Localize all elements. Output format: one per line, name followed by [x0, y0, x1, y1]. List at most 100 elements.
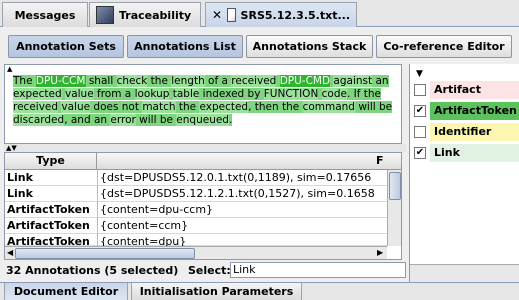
annotation-count: 32 Annotations (5 selected)	[6, 263, 179, 277]
type-label: Identifier	[430, 123, 519, 141]
cell-features: {content=dpu-ccm}	[100, 203, 214, 216]
text-span: from a	[93, 88, 135, 100]
text-span: The	[13, 75, 36, 87]
checkbox[interactable]: ✔	[414, 147, 426, 159]
annotated-token[interactable]: received	[13, 101, 59, 113]
document-tabs: Messages Traceability ✕ SRS5.12.3.5.txt.…	[0, 0, 519, 27]
type-row-artifact[interactable]: Artifact	[414, 81, 519, 99]
expand-triangle-icon[interactable]: ▼	[416, 69, 423, 79]
cell-features: {dst=DPUSDS5.12.1.2.1.txt(0,1527), sim=0…	[100, 187, 375, 200]
annotation-types-panel: ▼ Artifact ✔ ArtifactToken Identifier ✔ …	[409, 64, 519, 282]
type-label: Link	[430, 144, 519, 162]
scroll-thumb[interactable]	[15, 248, 195, 259]
annotated-token[interactable]: check	[116, 75, 148, 87]
cell-type: ArtifactToken	[7, 203, 90, 216]
split-arrows-icon[interactable]: ▲▼	[6, 144, 17, 152]
text-span: of a	[204, 75, 232, 87]
annotations-list-button[interactable]: Annotations List	[127, 35, 243, 58]
type-row-identifier[interactable]: Identifier	[414, 123, 519, 141]
type-row-link[interactable]: ✔ Link	[414, 144, 519, 162]
type-row-artifacttoken[interactable]: ✔ ArtifactToken	[414, 102, 519, 120]
text-span: .	[228, 114, 233, 126]
table-vertical-scrollbar[interactable]	[387, 170, 401, 246]
text-span: the	[147, 75, 172, 87]
tab-label: Messages	[14, 8, 76, 22]
annotated-token[interactable]: received	[231, 75, 277, 87]
document-text: The DPU-CCM shall check the length of a …	[13, 75, 399, 127]
editor-toolbar: Annotation Sets Annotations List Annotat…	[0, 28, 512, 64]
table-row[interactable]: ArtifactToken {content=dpu}	[5, 234, 387, 250]
close-icon[interactable]: ✕	[212, 8, 222, 22]
select-label: Select:	[188, 263, 231, 277]
tab-label: SRS5.12.3.5.txt...	[240, 8, 350, 22]
annotated-token[interactable]: match	[142, 101, 176, 113]
annotated-token[interactable]: discarded	[13, 114, 65, 126]
scroll-left-icon[interactable]: ◀	[7, 248, 13, 257]
table-row[interactable]: Link {dst=DPUSDS5.12.1.2.1.txt(0,1527), …	[5, 186, 387, 202]
annotated-token[interactable]: DPU-CCM	[35, 75, 86, 87]
tab-initialisation-parameters[interactable]: Initialisation Parameters	[131, 283, 302, 300]
scroll-thumb[interactable]	[389, 172, 401, 200]
checkbox[interactable]: ✔	[414, 105, 426, 117]
text-span: will be	[354, 101, 393, 113]
annotated-token[interactable]: FUNCTION	[263, 88, 319, 100]
annotated-token[interactable]: DPU-CMD	[279, 75, 331, 87]
table-row[interactable]: ArtifactToken {content=dpu-ccm}	[5, 202, 387, 218]
type-label: Artifact	[430, 81, 519, 99]
annotated-token[interactable]: enqueued	[176, 114, 229, 126]
checkbox[interactable]	[414, 84, 426, 96]
text-span: the	[175, 101, 200, 113]
bottom-tabs: Document Editor Initialisation Parameter…	[0, 282, 519, 300]
table-row[interactable]: ArtifactToken {content=ccm}	[5, 218, 387, 234]
type-label: ArtifactToken	[430, 102, 519, 120]
annotated-token[interactable]: table	[172, 88, 200, 100]
annotated-token[interactable]: against	[333, 75, 373, 87]
cell-features: {content=ccm}	[100, 219, 189, 232]
annotations-stack-button[interactable]: Annotations Stack	[246, 35, 373, 58]
cell-type: ArtifactToken	[7, 219, 90, 232]
cell-features: {dst=DPUSDS5.12.0.1.txt(0,1189), sim=0.1…	[100, 171, 372, 184]
table-row[interactable]: Link {dst=DPUSDS5.12.0.1.txt(0,1189), si…	[5, 170, 387, 186]
traceability-icon	[96, 6, 114, 24]
types-horizontal-scrollbar[interactable]	[410, 264, 519, 282]
checkbox[interactable]	[414, 126, 426, 138]
tab-document-editor[interactable]: Document Editor	[4, 283, 128, 300]
annotations-table: Type F Link {dst=DPUSDS5.12.0.1.txt(0,11…	[4, 152, 402, 260]
document-icon	[227, 8, 236, 22]
annotated-token[interactable]: command	[302, 101, 355, 113]
annotated-token[interactable]: code	[321, 88, 347, 100]
column-header-features[interactable]: F	[376, 153, 384, 169]
text-span: . If the	[346, 88, 382, 100]
annotations-status-bar: 32 Annotations (5 selected) Select: Link	[4, 261, 406, 279]
annotated-token[interactable]: error	[110, 114, 136, 126]
select-input[interactable]: Link	[230, 262, 406, 278]
coreference-editor-button[interactable]: Co-reference Editor	[376, 35, 512, 58]
annotated-token[interactable]: expected	[199, 101, 249, 113]
tab-traceability[interactable]: Traceability	[89, 2, 201, 27]
annotated-token[interactable]: length	[171, 75, 205, 87]
text-span: indexed by	[199, 88, 264, 100]
tab-messages[interactable]: Messages	[2, 2, 88, 27]
annotated-token[interactable]: lookup	[134, 88, 170, 100]
annotated-token[interactable]: value	[61, 101, 91, 113]
split-divider[interactable]: ▲▼	[4, 144, 406, 152]
document-text-area[interactable]: ▲ The DPU-CCM shall check the length of …	[4, 64, 402, 144]
cell-type: Link	[7, 171, 33, 184]
cell-type: Link	[7, 187, 33, 200]
tab-document[interactable]: ✕ SRS5.12.3.5.txt...	[205, 2, 357, 27]
column-header-type[interactable]: Type	[5, 153, 97, 170]
tab-label: Traceability	[119, 8, 192, 22]
table-horizontal-scrollbar[interactable]: ◀ ▶	[5, 246, 387, 259]
text-span: does not	[90, 101, 143, 113]
annotated-token[interactable]: expected	[13, 88, 62, 100]
annotated-token[interactable]: value	[64, 88, 94, 100]
text-span: , and an	[64, 114, 111, 126]
collapse-arrow-icon[interactable]: ▲	[7, 66, 12, 73]
text-span: an	[372, 75, 389, 87]
scroll-right-icon[interactable]: ▶	[377, 248, 383, 257]
annotation-sets-button[interactable]: Annotation Sets	[8, 35, 124, 58]
text-span: , then the	[248, 101, 303, 113]
table-header: Type F	[5, 153, 401, 170]
text-span: will be	[135, 114, 177, 126]
text-span: shall	[85, 75, 117, 87]
